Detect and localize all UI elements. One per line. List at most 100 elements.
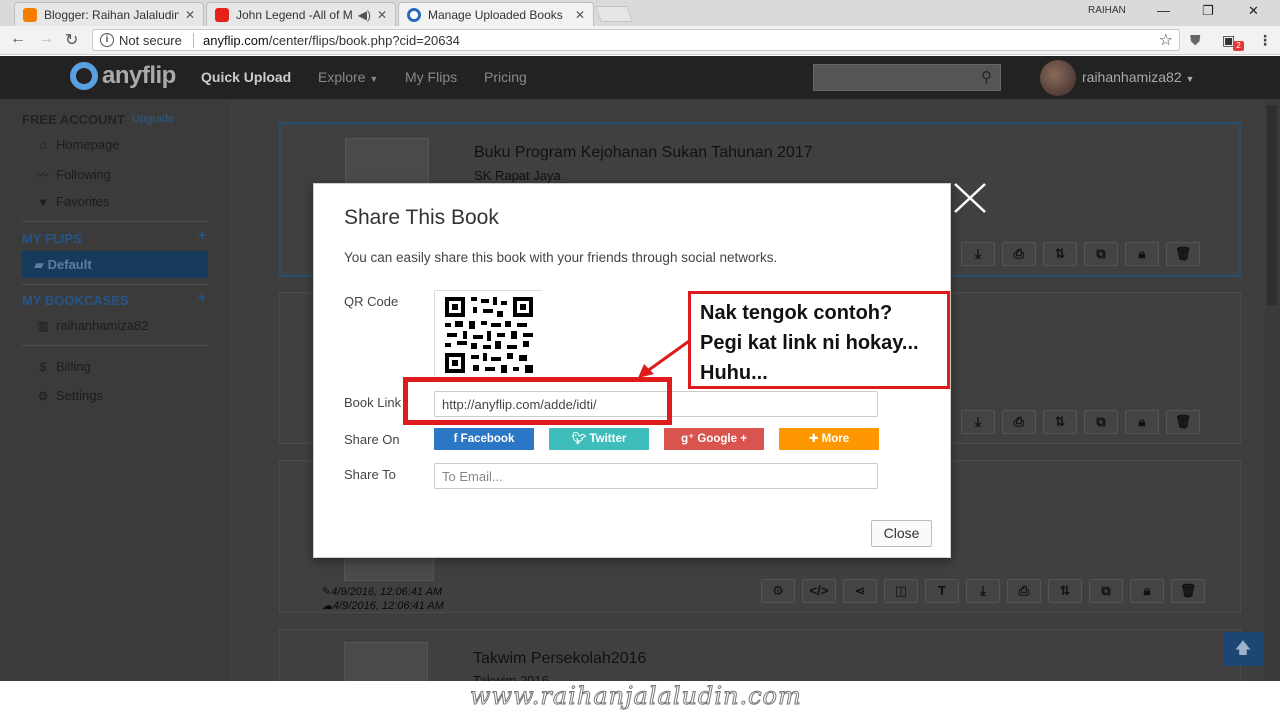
sidebar-item-billing[interactable]: $ Billing (34, 359, 91, 374)
lock-icon[interactable]: 🔒︎ (1125, 410, 1159, 434)
move-icon[interactable]: ⇅ (1043, 242, 1077, 266)
share-button-label: Facebook (460, 433, 515, 445)
annotation-callout: Nak tengok contoh? Pegi kat link ni hoka… (688, 291, 950, 389)
lock-icon[interactable]: 🔒︎ (1125, 242, 1159, 266)
scrollbar-thumb[interactable] (1267, 105, 1277, 305)
nav-pricing[interactable]: Pricing (484, 69, 527, 85)
sidebar-item-label: Following (56, 167, 111, 182)
close-dialog-icon[interactable] (951, 181, 989, 215)
folder-open-icon: ▰ (34, 257, 44, 272)
close-window-icon[interactable]: ✕ (1248, 3, 1259, 19)
download-icon[interactable]: ⤓ (966, 579, 1000, 603)
search-icon[interactable]: ⚲ (981, 68, 992, 86)
twitter-share-button[interactable]: 🐦︎ Twitter (549, 428, 649, 450)
logo-mark-icon (70, 62, 98, 90)
back-to-top-button[interactable]: 🡅 (1223, 632, 1263, 666)
reload-icon[interactable]: ↻ (65, 30, 78, 50)
share-icon[interactable]: ⋖ (843, 579, 877, 603)
print-icon[interactable]: ⎙ (1002, 410, 1036, 434)
book-card[interactable]: Takwim Persekolah2016 Takwim 2016 (279, 629, 1241, 689)
url-text[interactable]: anyflip.com/center/flips/book.php?cid=20… (203, 33, 460, 48)
close-button[interactable]: Close (871, 520, 932, 547)
book-icon[interactable]: ◫ (884, 579, 918, 603)
sidebar-item-following[interactable]: 〰 Following (34, 166, 111, 183)
google-plus-share-button[interactable]: g⁺ Google + (664, 428, 764, 450)
close-tab-icon[interactable]: ✕ (377, 8, 387, 22)
browser-menu-icon[interactable]: ⋮ (1258, 32, 1272, 49)
shield-extension-icon[interactable]: ⛊ (1190, 32, 1201, 49)
book-toolbar: ⚙ </> ⋖ ◫ T ⤓ ⎙ ⇅ ⧉ 🔒︎ 🗑︎ (761, 579, 1205, 603)
bookmark-star-icon[interactable]: ☆ (1159, 30, 1173, 50)
info-icon[interactable]: i (100, 33, 114, 47)
arrow-up-icon: 🡅 (1234, 640, 1252, 657)
move-icon[interactable]: ⇅ (1043, 410, 1077, 434)
book-toolbar: ⤓ ⎙ ⇅ ⧉ 🔒︎ 🗑︎ (961, 242, 1200, 266)
download-icon[interactable]: ⤓ (961, 242, 995, 266)
more-share-button[interactable]: ✚ More (779, 428, 879, 450)
add-flip-folder-icon[interactable]: + (198, 227, 206, 243)
sidebar-item-label: Homepage (56, 137, 120, 152)
nav-explore[interactable]: Explore ▼ (318, 69, 378, 85)
dollar-icon: $ (39, 359, 47, 374)
browser-tab-youtube[interactable]: John Legend -All of Me ◀) ✕ (206, 2, 396, 26)
lock-icon[interactable]: 🔒︎ (1130, 579, 1164, 603)
back-icon[interactable]: ← (10, 30, 26, 48)
copy-icon[interactable]: ⧉ (1084, 242, 1118, 266)
book-toolbar: ⤓ ⎙ ⇅ ⧉ 🔒︎ 🗑︎ (961, 410, 1200, 434)
move-icon[interactable]: ⇅ (1048, 579, 1082, 603)
caret-down-icon: ▼ (369, 74, 379, 84)
add-bookcase-icon[interactable]: + (198, 289, 206, 305)
browser-tab-manage-books[interactable]: Manage Uploaded Books ✕ (398, 2, 594, 26)
embed-code-icon[interactable]: </> (802, 579, 836, 603)
email-field[interactable] (434, 463, 878, 489)
sidebar-item-settings[interactable]: ⚙ Settings (34, 388, 103, 403)
security-label[interactable]: Not secure (119, 33, 182, 48)
trash-icon[interactable]: 🗑︎ (1166, 242, 1200, 266)
site-search-input[interactable]: ⚲ (813, 64, 1001, 91)
share-button-label: More (821, 433, 850, 445)
notification-badge: 2 (1233, 41, 1244, 51)
print-icon[interactable]: ⎙ (1002, 242, 1036, 266)
sidebar-item-favorites[interactable]: ♥ Favorites (34, 194, 109, 209)
sidebar-item-homepage[interactable]: ⌂ Homepage (34, 137, 120, 152)
browser-toolbar: ← → ↻ i Not secure anyflip.com/center/fl… (0, 26, 1280, 55)
restore-icon[interactable]: ❐ (1202, 3, 1214, 19)
address-bar[interactable]: i Not secure anyflip.com/center/flips/bo… (92, 29, 1180, 51)
heart-icon: ♥ (39, 194, 47, 209)
upgrade-link[interactable]: Upgrade (132, 113, 174, 125)
book-title[interactable]: Takwim Persekolah2016 (473, 650, 646, 668)
browser-tab-blogger[interactable]: Blogger: Raihan Jalaludin ✕ (14, 2, 204, 26)
watermark-text: www.raihanjalaludin.com (470, 682, 802, 711)
dialog-description: You can easily share this book with your… (344, 250, 778, 265)
anyflip-logo[interactable]: anyflip (70, 62, 176, 90)
url-domain: anyflip.com (203, 33, 269, 48)
annotation-line: Pegi kat link ni hokay... (700, 332, 919, 354)
close-tab-icon[interactable]: ✕ (575, 8, 585, 22)
share-button-label: Google + (697, 433, 747, 445)
trash-icon[interactable]: 🗑︎ (1171, 579, 1205, 603)
sidebar-item-default[interactable]: ▰ Default (22, 251, 208, 278)
copy-icon[interactable]: ⧉ (1084, 410, 1118, 434)
download-icon[interactable]: ⤓ (961, 410, 995, 434)
minimize-icon[interactable]: — (1157, 3, 1170, 18)
share-on-label: Share On (344, 432, 400, 447)
print-icon[interactable]: ⎙ (1007, 579, 1041, 603)
gear-icon[interactable]: ⚙ (761, 579, 795, 603)
sidebar-item-bookcase[interactable]: ▥ raihanhamiza82 (34, 318, 148, 333)
youtube-favicon-icon (215, 7, 229, 22)
forward-icon[interactable]: → (38, 30, 54, 48)
close-tab-icon[interactable]: ✕ (185, 8, 195, 22)
google-plus-icon: g⁺ (681, 433, 695, 445)
text-icon[interactable]: T (925, 579, 959, 603)
avatar[interactable] (1040, 60, 1076, 96)
user-menu[interactable]: raihanhamiza82 ▼ (1082, 69, 1194, 85)
tab-title: Manage Uploaded Books (428, 7, 563, 22)
facebook-share-button[interactable]: f Facebook (434, 428, 534, 450)
nav-my-flips[interactable]: My Flips (405, 69, 457, 85)
trash-icon[interactable]: 🗑︎ (1166, 410, 1200, 434)
copy-icon[interactable]: ⧉ (1089, 579, 1123, 603)
rss-icon: 〰 (36, 168, 49, 182)
nav-quick-upload[interactable]: Quick Upload (201, 69, 291, 85)
book-title[interactable]: Buku Program Kejohanan Sukan Tahunan 201… (474, 144, 813, 162)
new-tab-button[interactable] (595, 6, 633, 22)
